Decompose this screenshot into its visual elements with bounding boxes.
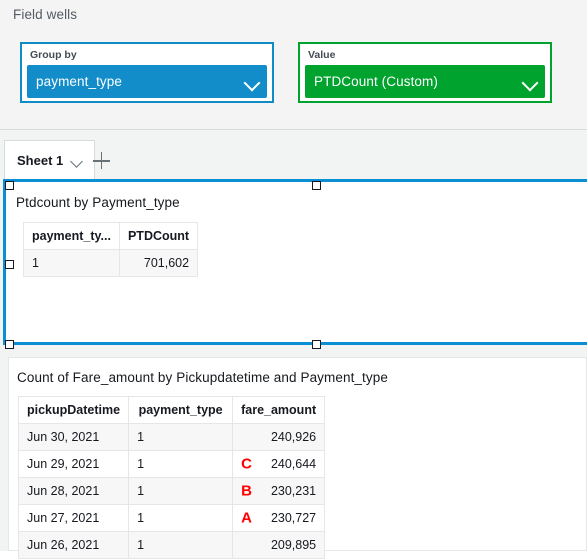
tab-sheet-1-label: Sheet 1 [17,153,64,168]
column-header-fare-amount[interactable]: fare_amount [232,396,326,424]
table-header-row: payment_ty... PTDCount [23,222,199,250]
cell-fare-amount: 209,895 [232,531,326,559]
tab-sheet-1[interactable]: Sheet 1 [4,140,96,180]
field-well-group-by[interactable]: Group by payment_type [20,42,274,103]
cell-pickup-datetime: Jun 26, 2021 [17,531,130,559]
chevron-down-icon[interactable] [70,154,84,168]
cell-fare-amount-value: 230,727 [270,511,317,525]
cell-fare-amount: B 230,231 [232,477,326,505]
field-well-label-value: Value [308,49,336,61]
table-row[interactable]: Jun 30, 2021 1 240,926 [17,423,326,451]
table-ptdcount: payment_ty... PTDCount 1 701,602 [23,222,199,277]
cell-fare-amount: A 230,727 [232,504,326,532]
chevron-down-icon[interactable] [521,73,539,91]
field-pill-value[interactable]: PTDCount (Custom) [305,65,545,98]
resize-handle-top-left[interactable] [5,181,14,190]
cell-fare-amount-value: 230,231 [270,484,317,498]
field-well-label-group-by: Group by [30,49,77,61]
cell-pickup-datetime: Jun 30, 2021 [17,423,130,451]
resize-handle-bottom-middle[interactable] [312,340,321,349]
cell-ptdcount: 701,602 [118,249,199,277]
field-pill-group-by[interactable]: payment_type [27,65,267,98]
resize-handle-middle-left[interactable] [5,260,14,269]
table-row[interactable]: 1 701,602 [23,249,199,277]
cell-fare-amount-value: 209,895 [270,538,317,552]
field-pill-label-group-by: payment_type [36,74,123,89]
table-header-row: pickupDatetime payment_type fare_amount [17,396,326,424]
visual-ptdcount-by-payment-type[interactable]: Ptdcount by Payment_type payment_ty... P… [3,179,587,349]
cell-fare-amount-value: 240,644 [270,457,317,471]
field-wells-panel: Field wells Group by payment_type Value … [0,0,587,129]
cell-fare-amount-value: 240,926 [270,430,317,444]
field-pill-label-value: PTDCount (Custom) [314,74,438,89]
cell-fare-amount: 240,926 [232,423,326,451]
annotation-flag: B [241,482,252,500]
cell-payment-type: 1 [128,450,234,478]
resize-handle-top-middle[interactable] [312,181,321,190]
column-header-payment-type[interactable]: payment_type [128,396,234,424]
cell-payment-type: 1 [128,504,234,532]
field-well-value[interactable]: Value PTDCount (Custom) [298,42,552,103]
column-header-ptdcount[interactable]: PTDCount [118,222,199,250]
annotation-flag: C [241,455,252,473]
field-wells-title: Field wells [13,7,78,22]
chevron-down-icon[interactable] [243,73,261,91]
cell-payment-type: 1 [128,531,234,559]
annotation-flag: A [241,509,252,527]
sheet-tab-bar: Sheet 1 [0,129,587,180]
cell-fare-amount: C 240,644 [232,450,326,478]
resize-handle-bottom-left[interactable] [5,340,14,349]
column-header-payment-type[interactable]: payment_ty... [23,222,120,250]
table-row[interactable]: Jun 29, 2021 1 C 240,644 [17,450,326,478]
table-fare-amount: pickupDatetime payment_type fare_amount … [17,396,326,559]
cell-payment-type: 1 [128,477,234,505]
visual-1-title: Ptdcount by Payment_type [16,195,180,210]
cell-pickup-datetime: Jun 29, 2021 [17,450,130,478]
cell-pickup-datetime: Jun 28, 2021 [17,477,130,505]
table-row[interactable]: Jun 28, 2021 1 B 230,231 [17,477,326,505]
dashboard-canvas: Ptdcount by Payment_type payment_ty... P… [0,179,587,559]
column-header-pickup-datetime[interactable]: pickupDatetime [17,396,130,424]
table-row[interactable]: Jun 27, 2021 1 A 230,727 [17,504,326,532]
visual-2-title: Count of Fare_amount by Pickupdatetime a… [17,370,388,385]
plus-icon[interactable] [88,150,114,174]
cell-pickup-datetime: Jun 27, 2021 [17,504,130,532]
visual-count-of-fare-amount[interactable]: Count of Fare_amount by Pickupdatetime a… [8,357,587,559]
cell-payment-type: 1 [128,423,234,451]
table-row[interactable]: Jun 26, 2021 1 209,895 [17,531,326,559]
cell-payment-type: 1 [23,249,120,277]
